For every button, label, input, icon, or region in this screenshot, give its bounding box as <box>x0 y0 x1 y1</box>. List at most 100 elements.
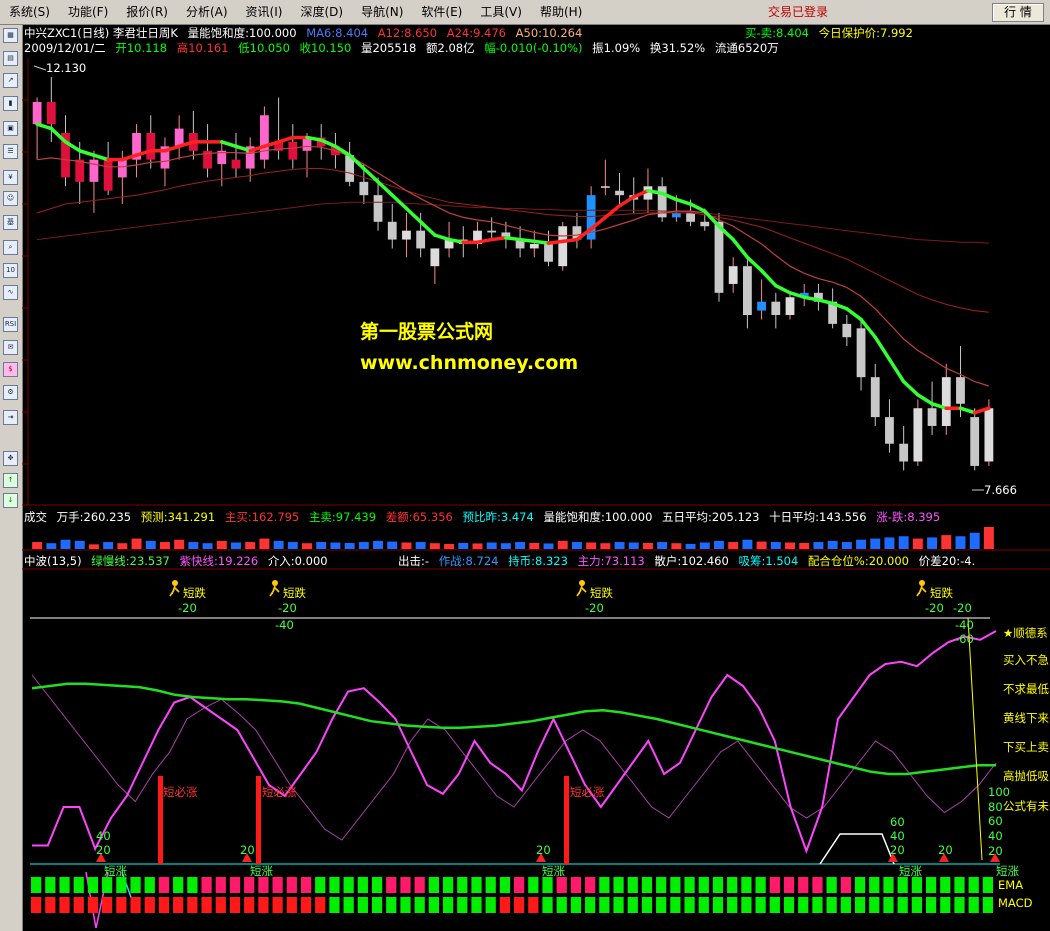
ma6-segment <box>901 379 920 397</box>
indicator-title: 中波(13,5) <box>24 554 82 568</box>
candle-body <box>387 221 397 240</box>
ema-cell <box>300 877 312 893</box>
volume-bar <box>642 542 653 549</box>
volume-bar <box>714 540 724 549</box>
volume-bar <box>728 542 739 549</box>
macd-cell <box>698 897 709 913</box>
ma6-segment <box>518 237 537 244</box>
macd-cell <box>300 897 312 913</box>
volume-bar <box>898 536 909 549</box>
volume-bar <box>841 542 852 549</box>
ema-cell <box>641 877 653 893</box>
macd-cell <box>31 897 42 913</box>
runner-icon-head-3 <box>579 580 585 586</box>
macd-cell <box>883 897 894 913</box>
ema-cell <box>755 877 766 893</box>
volume-bar <box>344 542 355 549</box>
high-value: 高10.161 <box>176 41 229 55</box>
macd-cell <box>229 897 241 913</box>
must-up-bar-3 <box>564 776 569 864</box>
macd-cell <box>585 897 596 913</box>
buy-sell-value: 买-卖:8.404 <box>745 26 809 40</box>
must-up-bar-2 <box>256 776 261 864</box>
candle-body <box>686 212 695 222</box>
macd-cell <box>755 897 766 913</box>
candle-body <box>430 248 440 267</box>
ema-cell <box>570 877 582 893</box>
ema-cell <box>783 877 795 893</box>
macd-cell <box>670 897 681 913</box>
volume-bar <box>600 543 611 549</box>
ema-cell <box>357 877 368 893</box>
level-minus60-right: -60 <box>955 632 974 646</box>
candle-body <box>487 230 497 233</box>
volume-header: 成交 万手:260.235 预测:341.291 主买:162.795 主卖:9… <box>24 510 946 524</box>
volume-bar <box>387 541 398 549</box>
candle-body <box>771 301 781 316</box>
volume-bar <box>699 542 710 549</box>
indicator-header-right: 出击:- 作战:8.724 持币:8.323 主力:73.113 散户:102.… <box>398 554 981 568</box>
volume-bar <box>742 539 753 549</box>
ema-cell <box>73 877 84 893</box>
ma6-segment <box>220 140 238 149</box>
macd-label: MACD <box>998 896 1033 910</box>
candle-body <box>259 115 269 160</box>
macd-cell <box>102 897 113 913</box>
ema-cell <box>514 877 525 893</box>
ma6-segment <box>92 153 110 162</box>
ma6-segment <box>489 236 508 242</box>
macd-cell <box>315 897 326 913</box>
price-diff-value: 价差20:-4. <box>918 554 976 568</box>
right-note-6: 高抛低吸 <box>1003 769 1049 783</box>
level-20-c: 20 <box>536 843 551 857</box>
right-note-3: 不求最低 <box>1003 682 1049 696</box>
signal-short-up-4: 短涨 <box>899 864 922 878</box>
ema-cell <box>158 877 170 893</box>
volume-bar <box>586 542 597 549</box>
a24-value: A24:9.476 <box>446 26 506 40</box>
macd-cell <box>528 897 539 913</box>
candle-body <box>984 408 994 462</box>
a12-line <box>37 145 990 387</box>
candle-body <box>117 159 127 178</box>
volume-title: 成交 <box>24 510 47 524</box>
ma6-segment <box>759 268 778 288</box>
main-force-value: 主力:73.113 <box>577 554 645 568</box>
signal-short-down-4: 短跌 <box>930 586 953 600</box>
macd-cell <box>343 897 354 913</box>
avg10-value: 十日平均:143.556 <box>769 510 867 524</box>
low-price-mark: 7.666 <box>984 483 1017 497</box>
macd-cell <box>357 897 368 913</box>
ma6-segment <box>674 197 693 206</box>
ma6-segment <box>560 237 579 244</box>
volume-bar <box>60 539 71 549</box>
macd-cell <box>173 897 184 913</box>
ema-cell <box>840 877 851 893</box>
float-value: 流通6520万 <box>714 41 779 55</box>
date-value: 2009/12/01/二 <box>24 41 106 55</box>
candle-body <box>231 159 241 169</box>
volume-bar <box>856 539 867 549</box>
macd-cell <box>244 897 255 913</box>
volume-bar <box>571 542 582 549</box>
macd-cell <box>59 897 70 913</box>
main-header-row2: 2009/12/01/二 开10.118 高10.161 低10.050 收10… <box>24 41 785 55</box>
saturation-value: 量能饱和度:100.000 <box>187 26 297 40</box>
ema-cell <box>31 877 42 893</box>
macd-cell <box>982 897 994 913</box>
ema-cell <box>215 877 226 893</box>
main-header-row1: 中兴ZXC1(日线) 李君壮日周K 量能饱和度:100.000 MA6:8.40… <box>24 26 588 40</box>
watermark-url: www.chnmoney.com <box>360 352 579 374</box>
volume-bar <box>429 543 440 549</box>
vol-saturation-value: 量能饱和度:100.000 <box>543 510 653 524</box>
volume-bar <box>46 543 57 549</box>
ma6-segment <box>845 307 863 322</box>
ma6-segment <box>504 236 522 242</box>
ema-cell <box>727 877 738 893</box>
signal-short-down-1: 短跌 <box>183 586 206 600</box>
candle-body <box>75 159 85 182</box>
ema-cell <box>428 877 439 893</box>
macd-cell <box>87 897 99 913</box>
candle-body <box>373 195 383 222</box>
macd-cell <box>187 897 198 913</box>
